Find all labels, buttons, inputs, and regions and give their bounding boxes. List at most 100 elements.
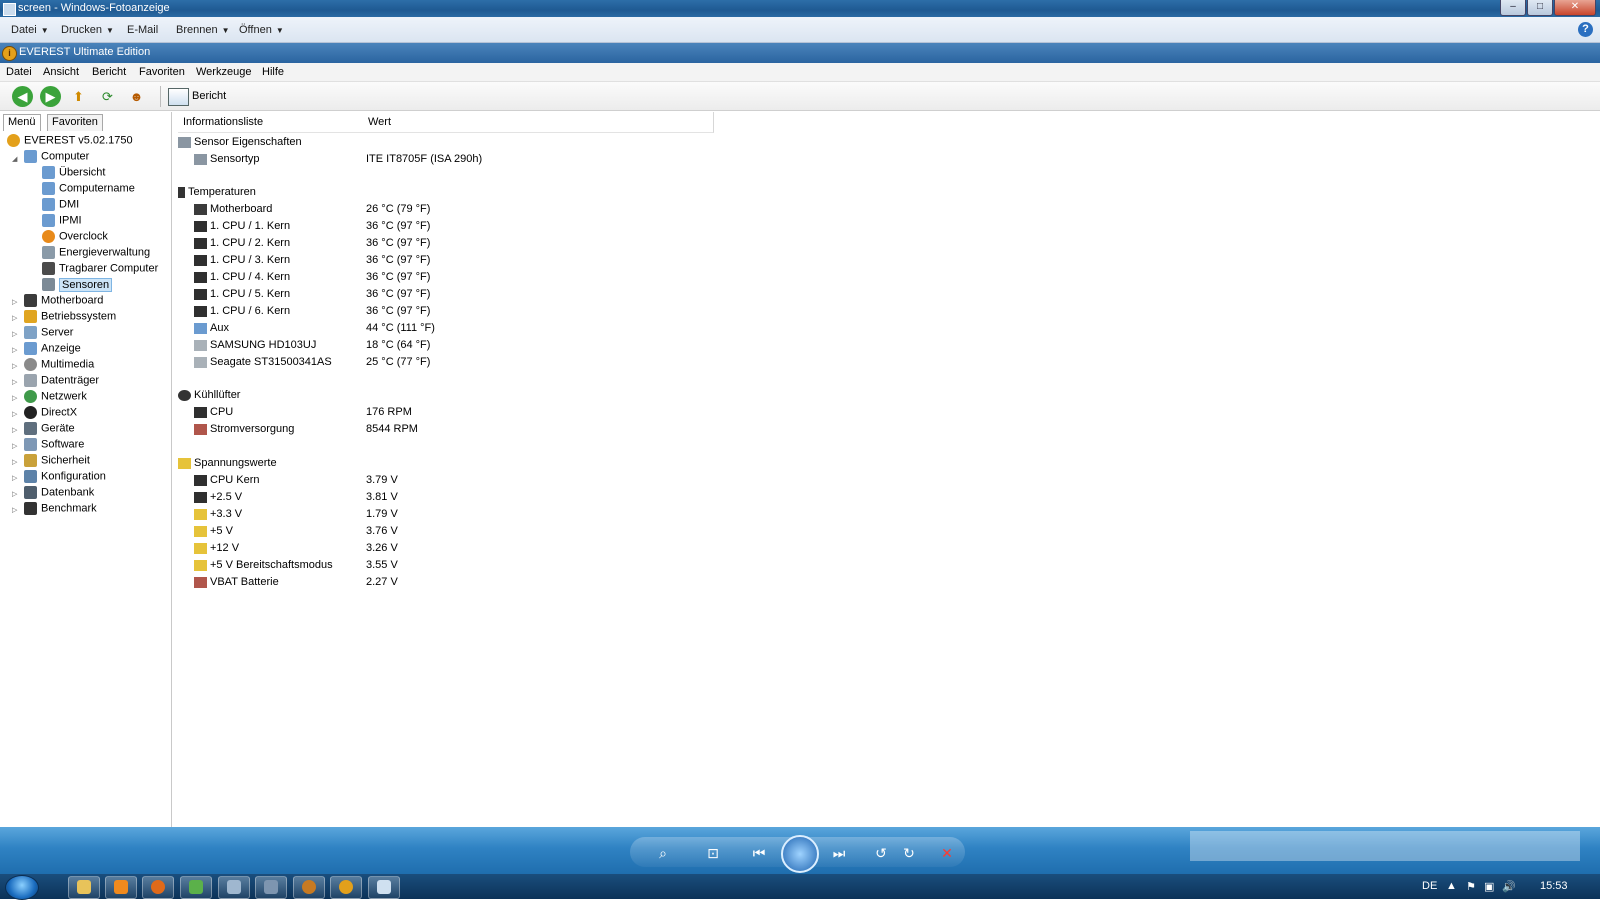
expand-icon[interactable]: ▷	[12, 426, 19, 434]
tree-item-dmi[interactable]: DMI	[42, 198, 79, 214]
tree-item-motherboard[interactable]: Motherboard	[24, 294, 103, 310]
taskbar-messenger[interactable]	[180, 876, 212, 899]
tree-item-netzwerk[interactable]: Netzwerk	[24, 390, 87, 406]
taskbar-firefox[interactable]	[142, 876, 174, 899]
tree-item-geraete[interactable]: Geräte	[24, 422, 75, 438]
column-header-info[interactable]: Informationsliste	[178, 112, 369, 133]
flag-icon[interactable]: ⚑	[1466, 880, 1476, 893]
list-row[interactable]: Aux	[194, 322, 229, 338]
tree-item-datenbank[interactable]: Datenbank	[24, 486, 94, 502]
slideshow-button[interactable]	[781, 835, 819, 873]
taskbar-photo-viewer[interactable]	[368, 876, 400, 899]
tree-item-sicherheit[interactable]: Sicherheit	[24, 454, 90, 470]
pv-menu-file[interactable]: Datei ▼	[11, 24, 49, 36]
tree-item-sensoren[interactable]: Sensoren	[42, 277, 113, 294]
tab-menu[interactable]: Menü	[3, 114, 41, 131]
taskbar-media-player[interactable]	[105, 876, 137, 899]
expand-icon[interactable]: ▷	[12, 410, 19, 418]
zoom-icon[interactable]: ⌕	[652, 842, 674, 864]
pv-menu-burn[interactable]: Brennen ▼	[176, 24, 230, 36]
column-header-value[interactable]: Wert	[363, 112, 714, 133]
rotate-left-icon[interactable]: ↺	[870, 842, 892, 864]
fit-to-window-icon[interactable]: ⊡	[702, 842, 724, 864]
tree-item-energieverwaltung[interactable]: Energieverwaltung	[42, 246, 150, 262]
language-indicator[interactable]: DE	[1422, 880, 1437, 892]
ev-menu-bericht[interactable]: Bericht	[92, 66, 126, 78]
taskbar-everest[interactable]	[330, 876, 362, 899]
list-row[interactable]: Seagate ST31500341AS	[194, 356, 332, 372]
forward-arrow-icon[interactable]: ▶	[40, 86, 61, 107]
delete-icon[interactable]: ✕	[936, 842, 958, 864]
tree-item-computername[interactable]: Computername	[42, 182, 135, 198]
previous-icon[interactable]: ⏮	[748, 842, 770, 864]
volume-icon[interactable]: 🔊	[1502, 880, 1516, 893]
pv-menu-print[interactable]: Drucken ▼	[61, 24, 114, 36]
pv-menu-email[interactable]: E-Mail	[127, 24, 158, 36]
ev-menu-hilfe[interactable]: Hilfe	[262, 66, 284, 78]
list-row[interactable]: 1. CPU / 6. Kern	[194, 305, 290, 321]
show-hidden-icons-icon[interactable]: ▲	[1446, 880, 1457, 892]
tree-item-server[interactable]: Server	[24, 326, 73, 342]
expand-icon[interactable]: ▷	[12, 394, 19, 402]
expand-icon[interactable]: ▷	[12, 506, 19, 514]
next-icon[interactable]: ⏭	[828, 842, 850, 864]
expand-icon[interactable]: ▷	[12, 314, 19, 322]
expand-icon[interactable]: ▷	[12, 378, 19, 386]
tree-item-multimedia[interactable]: Multimedia	[24, 358, 94, 374]
expand-icon[interactable]: ▷	[12, 298, 19, 306]
tree-item-datentraeger[interactable]: Datenträger	[24, 374, 99, 390]
tree-item-ipmi[interactable]: IPMI	[42, 214, 82, 230]
refresh-icon[interactable]: ⟳	[97, 86, 118, 107]
tree-root[interactable]: EVEREST v5.02.1750	[7, 134, 133, 150]
expand-icon[interactable]: ▷	[12, 474, 19, 482]
list-row[interactable]: +3.3 V	[194, 508, 242, 524]
list-row[interactable]: +5 V	[194, 525, 233, 541]
minimize-button[interactable]: –	[1500, 0, 1526, 16]
list-row[interactable]: CPU	[194, 406, 233, 422]
report-icon[interactable]	[168, 88, 189, 106]
up-folder-icon[interactable]: ⬆	[68, 86, 89, 107]
taskbar-app[interactable]	[255, 876, 287, 899]
expand-icon[interactable]: ▷	[12, 442, 19, 450]
taskbar-app[interactable]	[293, 876, 325, 899]
maximize-button[interactable]: □	[1527, 0, 1553, 16]
expand-icon[interactable]: ▷	[12, 330, 19, 338]
back-arrow-icon[interactable]: ◀	[12, 86, 33, 107]
network-icon[interactable]: ▣	[1484, 880, 1494, 893]
taskbar-app[interactable]	[218, 876, 250, 899]
list-row[interactable]: 1. CPU / 2. Kern	[194, 237, 290, 253]
close-button[interactable]: ✕	[1554, 0, 1596, 16]
tree-item-computer[interactable]: Computer	[24, 150, 89, 166]
pv-menu-open[interactable]: Öffnen ▼	[239, 24, 284, 36]
list-row-sensortyp[interactable]: Sensortyp	[194, 153, 260, 169]
tree-item-anzeige[interactable]: Anzeige	[24, 342, 81, 358]
tree-item-uebersicht[interactable]: Übersicht	[42, 166, 105, 182]
report-button-label[interactable]: Bericht	[192, 90, 226, 102]
tree-item-software[interactable]: Software	[24, 438, 84, 454]
ev-menu-favoriten[interactable]: Favoriten	[139, 66, 185, 78]
users-icon[interactable]: ☻	[126, 86, 147, 107]
tab-favorites[interactable]: Favoriten	[47, 114, 103, 131]
expand-icon[interactable]: ▷	[12, 458, 19, 466]
tree-item-directx[interactable]: DirectX	[24, 406, 77, 422]
ev-menu-ansicht[interactable]: Ansicht	[43, 66, 79, 78]
list-row[interactable]: Stromversorgung	[194, 423, 294, 439]
clock[interactable]: 15:53	[1540, 880, 1568, 892]
start-button[interactable]	[5, 875, 39, 900]
ev-menu-datei[interactable]: Datei	[6, 66, 32, 78]
tree-item-benchmark[interactable]: Benchmark	[24, 502, 97, 518]
list-row[interactable]: +12 V	[194, 542, 239, 558]
taskbar-explorer[interactable]	[68, 876, 100, 899]
expand-icon[interactable]: ▷	[12, 362, 19, 370]
tree-item-konfiguration[interactable]: Konfiguration	[24, 470, 106, 486]
list-row[interactable]: 1. CPU / 3. Kern	[194, 254, 290, 270]
list-row[interactable]: VBAT Batterie	[194, 576, 279, 592]
rotate-right-icon[interactable]: ↻	[898, 842, 920, 864]
expand-icon[interactable]: ▷	[12, 490, 19, 498]
list-row[interactable]: 1. CPU / 1. Kern	[194, 220, 290, 236]
list-row[interactable]: 1. CPU / 5. Kern	[194, 288, 290, 304]
tree-item-overclock[interactable]: Overclock	[42, 230, 108, 246]
collapse-icon[interactable]: ◢	[12, 155, 19, 163]
list-row[interactable]: +2.5 V	[194, 491, 242, 507]
tree-item-betriebssystem[interactable]: Betriebssystem	[24, 310, 116, 326]
